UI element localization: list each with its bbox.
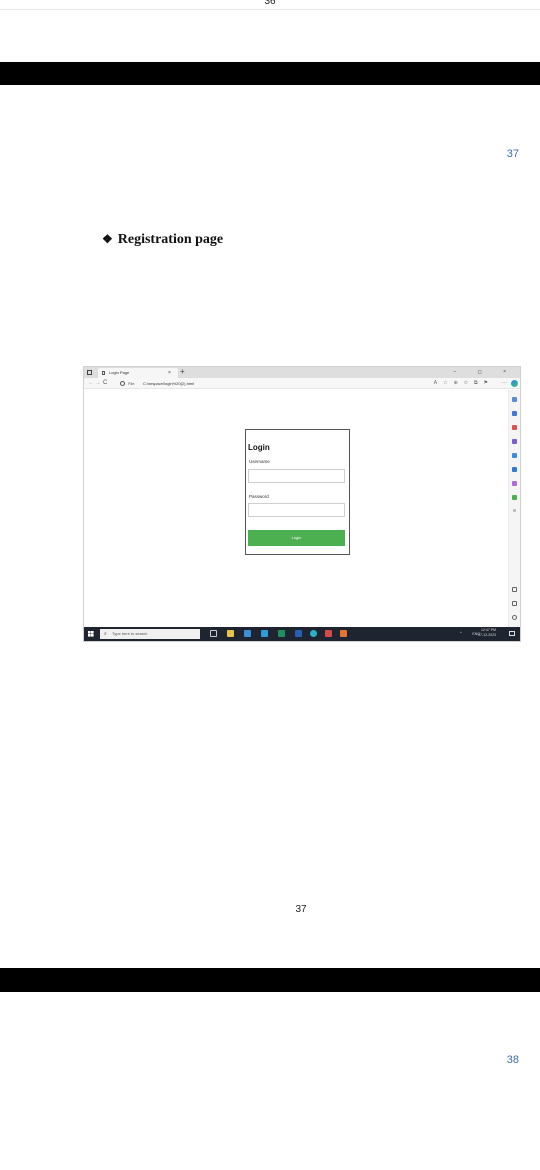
username-label: Username [249,459,270,464]
page-footer-number: 37 [295,904,307,915]
office-icon[interactable] [512,467,517,472]
top-divider [0,9,540,10]
outlook-icon[interactable] [512,453,517,458]
back-icon[interactable]: ← [88,378,94,389]
task-view-icon[interactable] [210,630,217,637]
section-heading-text: Registration page [117,232,224,247]
page-icon [102,371,105,375]
info-icon[interactable] [120,381,125,386]
taskbar-search[interactable]: ⌕ Type here to search [100,629,200,639]
login-form: Login Username Password Login [245,429,350,555]
refresh-icon[interactable]: C [103,378,107,389]
browser-screenshot: Login Page × + – ◻ × ← → C File C:/wrspa… [83,366,521,642]
store-icon[interactable] [244,630,251,637]
games-icon[interactable] [512,439,517,444]
page-number-37: 37 [506,148,519,160]
password-input[interactable] [248,503,345,517]
word-icon[interactable] [295,630,302,637]
forward-icon[interactable]: → [95,378,101,389]
page-separator-band [0,968,540,992]
tab-actions-icon[interactable] [87,370,92,375]
address-bar: ← → C File C:/wrspace/login%20(2).html A… [84,378,520,389]
diamond-bullet-icon: ❖ [102,232,113,246]
shopping-icon[interactable] [512,425,517,430]
tab-bar: Login Page × + – ◻ × [84,367,520,378]
mail-icon[interactable] [261,630,268,637]
url-scheme-label: File [128,381,135,386]
taskbar-search-placeholder: Type here to search [112,631,148,636]
tab-title: Login Page [109,370,130,375]
more-menu-icon[interactable]: ··· [501,378,507,389]
open-external-icon[interactable] [512,601,517,606]
copilot-icon[interactable] [511,380,518,387]
tag-icon[interactable] [512,411,517,416]
notification-icon[interactable] [509,631,515,636]
tab-close-icon[interactable]: × [168,368,171,378]
browser-tab[interactable]: Login Page × [98,368,178,378]
login-title: Login [248,443,270,452]
file-explorer-icon[interactable] [227,630,234,637]
new-tab-icon[interactable]: + [180,367,185,377]
powerpoint-icon[interactable] [325,630,332,637]
search-icon: ⌕ [104,631,107,637]
password-label: Password [249,494,269,499]
settings-icon[interactable] [512,615,517,620]
username-input[interactable] [248,469,345,483]
windows-start-icon[interactable] [88,631,94,637]
designer-icon[interactable] [512,481,517,486]
page-separator-band [0,62,540,85]
page-viewport: Login Username Password Login [84,390,508,627]
page-number-38: 38 [506,1054,519,1066]
login-button[interactable]: Login [248,530,345,546]
split-screen-icon[interactable] [512,587,517,592]
clock[interactable]: 12:47 PM 07-12-2023 [478,628,496,638]
tools-icon[interactable] [512,495,517,500]
url-field[interactable]: C:/wrspace/login%20(2).html [143,378,194,389]
page-number-top: 36 [264,0,276,7]
search-icon[interactable] [512,397,517,402]
clock-date: 07-12-2023 [478,633,496,637]
edge-sidebar [508,390,520,627]
app-icon[interactable] [340,630,347,637]
toolbar-icons[interactable]: A☆⊕✩⧉⚑ [434,378,494,389]
tray-overflow-icon[interactable]: ^ [460,630,462,635]
add-icon[interactable] [513,509,516,512]
windows-taskbar: ⌕ Type here to search ^ ENG 12:47 PM 07-… [84,627,520,641]
section-heading: ❖ Registration page [102,232,223,248]
excel-icon[interactable] [278,630,285,637]
edge-icon[interactable] [310,630,317,637]
window-controls[interactable]: – ◻ × [453,367,516,377]
